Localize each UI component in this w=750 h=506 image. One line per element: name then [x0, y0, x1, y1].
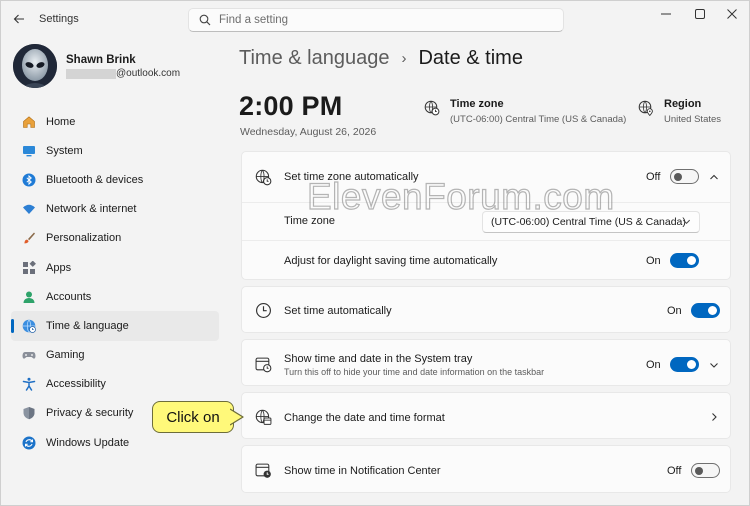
search-icon	[199, 14, 211, 26]
title-bar: Settings	[1, 1, 750, 37]
notification-center-card[interactable]: Show time in Notification Center Off	[241, 445, 731, 493]
user-profile[interactable]: Shawn Brink @outlook.com	[13, 44, 213, 88]
sidebar-item-bluetooth[interactable]: Bluetooth & devices	[11, 165, 219, 194]
close-icon[interactable]	[715, 5, 749, 23]
update-icon	[21, 435, 37, 451]
chevron-up-icon[interactable]	[707, 170, 721, 184]
set-timezone-auto-label: Set time zone automatically	[284, 171, 419, 183]
breadcrumb: Time & language › Date & time	[239, 44, 523, 72]
show-tray-description: Turn this off to hide your time and date…	[284, 367, 545, 377]
settings-window: Settings Shawn Brink	[0, 0, 750, 506]
globe-clock-icon	[424, 100, 442, 118]
profile-name: Shawn Brink	[66, 54, 136, 66]
sidebar-item-gaming[interactable]: Gaming	[11, 341, 219, 370]
sidebar-item-personalization[interactable]: Personalization	[11, 224, 219, 253]
home-icon	[21, 114, 37, 130]
set-timezone-auto-row[interactable]: Set time zone automatically Off	[242, 152, 730, 202]
daylight-saving-toggle[interactable]	[670, 253, 699, 268]
taskbar-clock-icon	[254, 355, 272, 373]
globe-pin-icon	[638, 100, 656, 118]
search-input[interactable]	[219, 14, 539, 26]
sidebar-item-home[interactable]: Home	[11, 107, 219, 136]
sidebar-item-accessibility[interactable]: Accessibility	[11, 370, 219, 399]
set-time-auto-state: On	[667, 305, 682, 317]
profile-email: @outlook.com	[66, 68, 180, 79]
chevron-right-icon[interactable]	[707, 410, 721, 424]
time-zone-dropdown[interactable]: (UTC-06:00) Central Time (US & Canada)	[482, 211, 700, 233]
timezone-title: Time zone	[450, 98, 504, 110]
set-timezone-auto-state: Off	[646, 171, 661, 183]
notification-center-label: Show time in Notification Center	[284, 465, 441, 477]
accessibility-icon	[21, 376, 37, 392]
daylight-saving-row[interactable]: Adjust for daylight saving time automati…	[242, 241, 730, 279]
region-info: Region United States	[638, 98, 721, 125]
breadcrumb-parent[interactable]: Time & language	[239, 47, 389, 70]
show-tray-label: Show time and date in the System tray	[284, 353, 473, 365]
set-timezone-auto-card: Set time zone automatically Off Time zon…	[241, 151, 731, 280]
sidebar-item-apps[interactable]: Apps	[11, 253, 219, 282]
set-time-auto-label: Set time automatically	[284, 305, 392, 317]
maximize-icon[interactable]	[683, 5, 717, 23]
show-tray-state: On	[646, 359, 661, 371]
sidebar-item-network[interactable]: Network & internet	[11, 195, 219, 224]
change-format-card[interactable]: Change the date and time format	[241, 392, 731, 439]
timezone-value: (UTC-06:00) Central Time (US & Canada)	[450, 114, 627, 125]
region-title: Region	[664, 98, 702, 110]
gamepad-icon	[21, 347, 37, 363]
current-time: 2:00 PM	[239, 91, 343, 121]
time-zone-label: Time zone	[284, 215, 335, 227]
brush-icon	[21, 230, 37, 246]
minimize-icon[interactable]	[649, 5, 683, 23]
avatar	[13, 44, 57, 88]
globe-clock-icon	[254, 168, 272, 186]
chevron-down-icon	[682, 217, 691, 229]
region-value: United States	[664, 114, 722, 125]
clock-icon	[254, 301, 272, 319]
sidebar-item-system[interactable]: System	[11, 136, 219, 165]
click-on-callout: Click on	[152, 401, 234, 433]
set-time-auto-card[interactable]: Set time automatically On	[241, 286, 731, 333]
current-date: Wednesday, August 26, 2026	[240, 126, 377, 138]
email-redaction	[66, 68, 116, 79]
callout-pointer	[230, 408, 244, 426]
wifi-icon	[21, 201, 37, 217]
globe-calendar-icon	[254, 408, 272, 426]
breadcrumb-separator: ›	[401, 49, 407, 67]
timezone-info: Time zone (UTC-06:00) Central Time (US &…	[424, 98, 626, 125]
chevron-down-icon[interactable]	[707, 358, 721, 372]
bluetooth-icon	[21, 172, 37, 188]
app-title: Settings	[39, 13, 79, 25]
show-tray-toggle[interactable]	[670, 357, 699, 372]
daylight-saving-label: Adjust for daylight saving time automati…	[284, 255, 498, 267]
accounts-icon	[21, 289, 37, 305]
show-tray-card[interactable]: Show time and date in the System tray Tu…	[241, 339, 731, 386]
daylight-saving-state: On	[646, 255, 661, 267]
sidebar-item-accounts[interactable]: Accounts	[11, 282, 219, 311]
search-box[interactable]	[188, 8, 564, 32]
system-icon	[21, 143, 37, 159]
notification-center-toggle[interactable]	[691, 463, 720, 478]
calendar-clock-icon	[254, 461, 272, 479]
globe-clock-icon	[21, 318, 37, 334]
time-zone-row: Time zone (UTC-06:00) Central Time (US &…	[242, 203, 730, 240]
email-suffix: @outlook.com	[116, 68, 181, 79]
back-arrow-icon[interactable]	[9, 10, 29, 28]
apps-icon	[21, 260, 37, 276]
shield-icon	[21, 405, 37, 421]
page-title: Date & time	[418, 46, 523, 69]
sidebar-item-time-language[interactable]: Time & language	[11, 311, 219, 341]
set-timezone-auto-toggle[interactable]	[670, 169, 699, 184]
change-format-label: Change the date and time format	[284, 412, 445, 424]
set-time-auto-toggle[interactable]	[691, 303, 720, 318]
time-zone-dropdown-value: (UTC-06:00) Central Time (US & Canada)	[491, 216, 686, 228]
notification-center-state: Off	[667, 465, 682, 477]
